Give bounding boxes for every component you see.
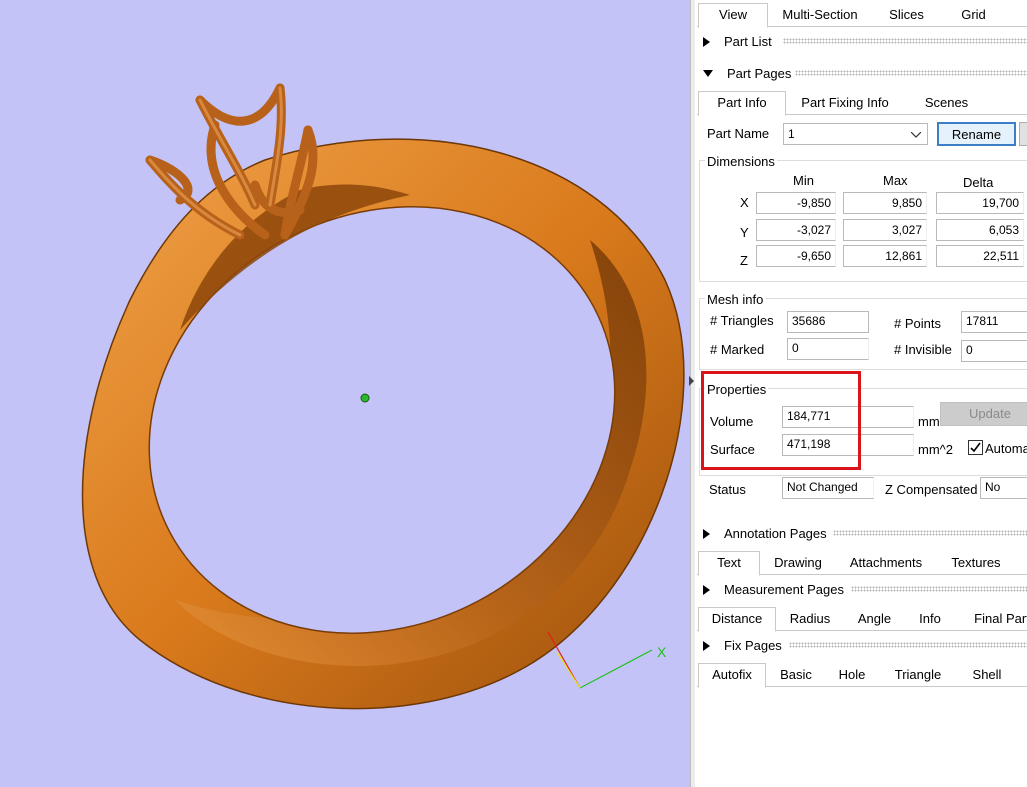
surface-unit: mm^2 [918,442,953,457]
tab-radius[interactable]: Radius [785,608,835,630]
dim-x-min-field[interactable]: -9,850 [756,192,836,214]
automatic-label: Automatic [985,441,1027,456]
tab-hole[interactable]: Hole [834,664,870,686]
dim-header-min: Min [793,173,814,188]
part-name-value: 1 [788,127,795,141]
part-pages-label: Part Pages [727,66,792,81]
tab-shell[interactable]: Shell [965,664,1009,686]
dim-z-delta-field[interactable]: 22,511 [936,245,1024,267]
part-pages-header[interactable]: Part Pages [703,65,791,83]
tab-view[interactable]: View [698,3,768,28]
dim-y-delta-field[interactable]: 6,053 [936,219,1024,241]
tab-multi-section[interactable]: Multi-Section [775,4,865,26]
chevron-down-icon [911,132,921,138]
update-button[interactable]: Update [940,402,1027,426]
tab-drawing[interactable]: Drawing [767,552,829,574]
invisible-label: # Invisible [894,342,952,357]
measurement-pages-label: Measurement Pages [724,582,844,597]
expand-right-icon [703,36,710,47]
tab-final-part[interactable]: Final Part [967,608,1027,630]
tab-part-fixing-info[interactable]: Part Fixing Info [795,92,895,114]
triangles-field[interactable]: 35686 [787,311,869,333]
dim-z-min-field[interactable]: -9,650 [756,245,836,267]
dim-row-axis: Z [740,253,748,268]
divider-dots [833,530,1027,536]
tab-basic[interactable]: Basic [775,664,817,686]
status-field[interactable]: Not Changed [782,477,874,499]
points-label: # Points [894,316,941,331]
part-list-label: Part List [724,34,772,49]
tab-attachments[interactable]: Attachments [847,552,925,574]
tab-autofix[interactable]: Autofix [698,663,766,688]
dim-header-delta: Delta [963,175,994,190]
status-label: Status [709,482,746,497]
rotation-center-marker [360,393,370,403]
expand-down-icon [703,70,713,78]
points-field[interactable]: 17811 [961,311,1027,333]
part-list-header[interactable]: Part List [703,33,772,51]
divider-dots [851,586,1027,592]
dim-header-max: Max [883,173,908,188]
part-name-select[interactable]: 1 [783,123,928,145]
tab-angle[interactable]: Angle [852,608,897,630]
marked-label: # Marked [710,342,765,357]
measurement-pages-header[interactable]: Measurement Pages [703,581,844,599]
measurement-tab-bar: Distance Radius Angle Info Final Part [697,606,1027,632]
tab-text[interactable]: Text [698,551,760,576]
z-compensated-field[interactable]: No [980,477,1027,499]
fix-tab-bar: Autofix Basic Hole Triangle Shell [697,662,1027,688]
tab-info[interactable]: Info [915,608,945,630]
expand-right-icon [703,528,710,539]
dim-y-min-field[interactable]: -3,027 [756,219,836,241]
tab-part-info[interactable]: Part Info [698,91,786,116]
invisible-field[interactable]: 0 [961,340,1027,362]
fix-pages-label: Fix Pages [724,638,782,653]
z-compensated-label: Z Compensated [885,482,978,497]
triangles-label: # Triangles [710,313,774,328]
divider-dots [783,38,1027,44]
tab-slices[interactable]: Slices [879,4,934,26]
dimensions-label: Dimensions [705,154,777,169]
annotation-tab-bar: Text Drawing Attachments Textures [697,550,1027,576]
mesh-info-label: Mesh info [705,292,766,307]
divider-dots [795,70,1027,76]
properties-highlight-box [701,371,861,470]
part-name-label: Part Name [707,126,770,141]
expand-right-icon [703,640,710,651]
rename-button[interactable]: Rename [937,122,1016,146]
axis-triad: X [547,631,667,689]
automatic-checkbox[interactable] [968,440,983,455]
fix-pages-header[interactable]: Fix Pages [703,637,782,655]
dim-x-delta-field[interactable]: 19,700 [936,192,1024,214]
3d-viewport[interactable]: X [0,0,690,787]
tab-textures[interactable]: Textures [946,552,1006,574]
ring-model-view: X [81,83,685,710]
annotation-pages-header[interactable]: Annotation Pages [703,525,827,543]
tab-scenes[interactable]: Scenes [919,92,974,114]
dim-z-max-field[interactable]: 12,861 [843,245,927,267]
marked-field[interactable]: 0 [787,338,869,360]
tab-grid[interactable]: Grid [951,4,996,26]
dim-row-axis: X [740,195,749,210]
divider-dots [789,642,1027,648]
extra-button[interactable] [1019,122,1027,146]
tab-triangle[interactable]: Triangle [890,664,946,686]
checkmark-icon [970,442,981,453]
axis-x-label: X [657,644,667,660]
dim-row-axis: Y [740,225,749,240]
splitter-grip-icon[interactable] [689,376,694,386]
dim-x-max-field[interactable]: 9,850 [843,192,927,214]
part-pages-tab-bar: Part Info Part Fixing Info Scenes [697,90,1027,116]
expand-right-icon [703,584,710,595]
dim-y-max-field[interactable]: 3,027 [843,219,927,241]
tab-distance[interactable]: Distance [698,607,776,632]
top-tab-bar: View Multi-Section Slices Grid [697,2,1027,28]
annotation-pages-label: Annotation Pages [724,526,827,541]
